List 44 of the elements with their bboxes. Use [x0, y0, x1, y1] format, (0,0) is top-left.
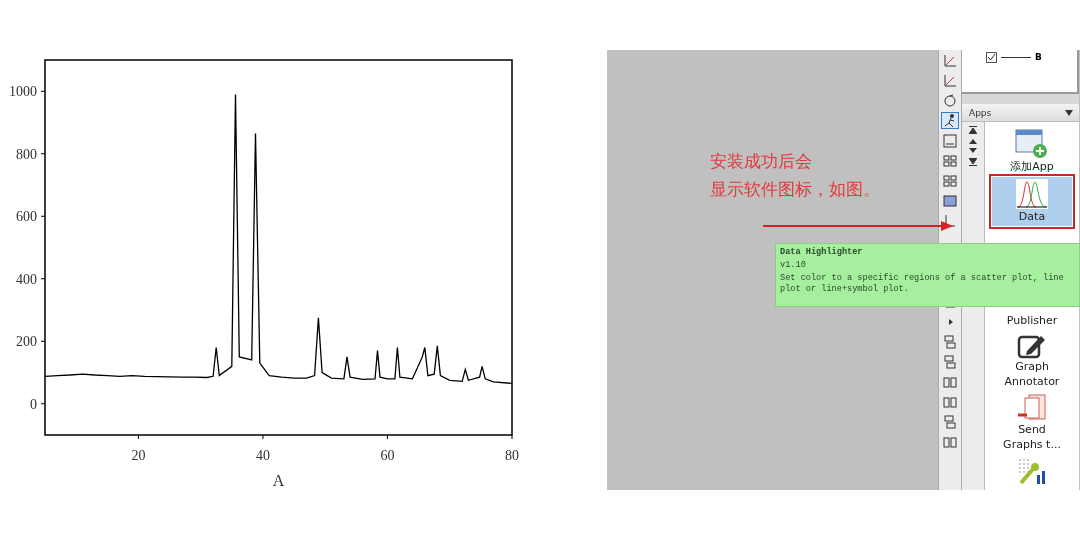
y-tick-label: 400 — [16, 271, 37, 287]
slides-export-icon — [1017, 394, 1047, 422]
scroll-top-icon[interactable] — [969, 126, 977, 134]
y-tick-label: 0 — [30, 396, 37, 412]
app-item[interactable]: Data — [992, 177, 1072, 226]
scroll-down-icon[interactable] — [969, 148, 977, 154]
x-tick-label: 20 — [131, 448, 146, 463]
y-tick-label: 200 — [16, 334, 37, 350]
peaks-icon — [1016, 179, 1048, 209]
tool-icon[interactable] — [942, 52, 958, 69]
y-tick-label: 1000 — [9, 84, 37, 100]
tool-icon[interactable] — [942, 413, 958, 430]
scroll-up-icon[interactable] — [969, 138, 977, 144]
tool-icon[interactable] — [942, 72, 958, 89]
x-tick-label: 80 — [505, 448, 519, 463]
pencil-note-icon — [1017, 333, 1047, 359]
x-axis-label: A — [272, 472, 285, 489]
wrench-chart-icon — [1017, 457, 1047, 485]
annotation-text: 安装成功后会 — [710, 150, 813, 172]
checkbox[interactable] — [986, 52, 997, 63]
tooltip-title: Data Highlighter — [780, 247, 864, 258]
x-tick-label: 40 — [255, 448, 270, 463]
annotation-text: 显示软件图标，如图。 — [710, 178, 881, 200]
tooltip-version: v1.10 — [780, 260, 807, 271]
app-item[interactable]: Graph Annotator — [992, 331, 1072, 391]
tool-icon[interactable] — [942, 152, 958, 169]
tool-icon[interactable] — [942, 333, 958, 350]
tool-icon[interactable] — [942, 353, 958, 370]
window-plus-icon — [1015, 129, 1049, 159]
y-tick-label: 600 — [16, 209, 37, 225]
dropdown-icon[interactable] — [1065, 109, 1073, 116]
scroll-bottom-icon[interactable] — [969, 158, 977, 166]
legend-label: B — [1035, 52, 1042, 63]
app-item[interactable]: Publisher — [992, 313, 1072, 330]
app-item[interactable]: 添加App — [992, 127, 1072, 176]
tool-icon[interactable] — [942, 172, 958, 189]
tool-icon[interactable] — [942, 212, 958, 229]
y-tick-label: 800 — [16, 146, 37, 162]
tooltip-description: Set color to a specific regions of a scatter plot, line plot or line+symbol plot. — [780, 273, 1065, 295]
tool-icon[interactable] — [942, 92, 958, 109]
x-tick-label: 60 — [380, 448, 395, 463]
app-item[interactable]: Send Graphs t... — [992, 392, 1072, 454]
apps-title: Apps — [969, 107, 992, 118]
tool-icon[interactable] — [942, 192, 958, 209]
